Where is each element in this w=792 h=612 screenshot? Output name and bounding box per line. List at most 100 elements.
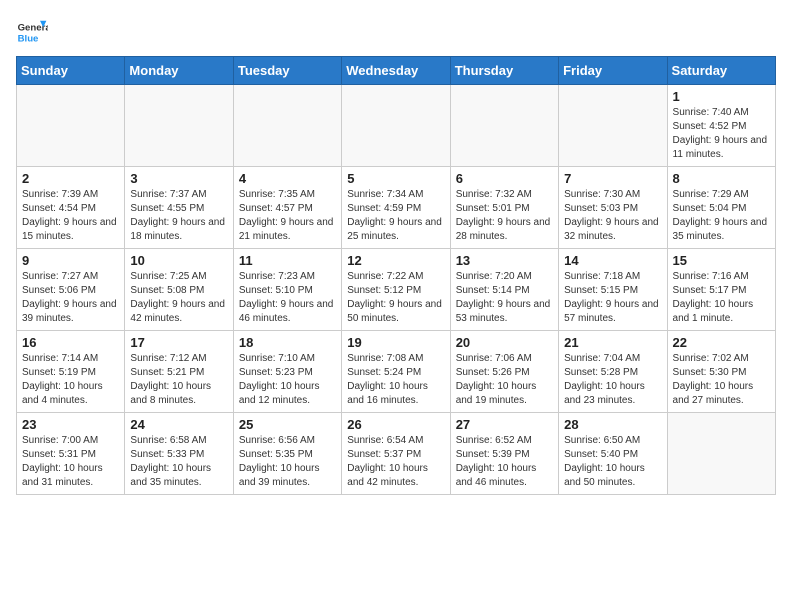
day-info: Sunrise: 6:54 AM Sunset: 5:37 PM Dayligh…: [347, 434, 444, 490]
calendar-cell: 21 Sunrise: 7:04 AM Sunset: 5:28 PM Dayli…: [559, 331, 667, 413]
calendar-cell: 20 Sunrise: 7:06 AM Sunset: 5:26 PM Dayli…: [450, 331, 558, 413]
day-number: 9: [22, 253, 119, 268]
day-info: Sunrise: 7:40 AM Sunset: 4:52 PM Dayligh…: [673, 106, 770, 162]
calendar-cell: 14 Sunrise: 7:18 AM Sunset: 5:15 PM Dayli…: [559, 249, 667, 331]
calendar-week-row: 16 Sunrise: 7:14 AM Sunset: 5:19 PM Dayli…: [17, 331, 776, 413]
day-info: Sunrise: 7:35 AM Sunset: 4:57 PM Dayligh…: [239, 188, 336, 244]
day-info: Sunrise: 7:37 AM Sunset: 4:55 PM Dayligh…: [130, 188, 227, 244]
day-info: Sunrise: 6:50 AM Sunset: 5:40 PM Dayligh…: [564, 434, 661, 490]
day-info: Sunrise: 7:02 AM Sunset: 5:30 PM Dayligh…: [673, 352, 770, 408]
day-number: 8: [673, 171, 770, 186]
calendar-week-row: 2 Sunrise: 7:39 AM Sunset: 4:54 PM Daylig…: [17, 167, 776, 249]
calendar-cell: [450, 85, 558, 167]
day-info: Sunrise: 7:25 AM Sunset: 5:08 PM Dayligh…: [130, 270, 227, 326]
day-number: 21: [564, 335, 661, 350]
weekday-header-monday: Monday: [125, 57, 233, 85]
day-info: Sunrise: 7:27 AM Sunset: 5:06 PM Dayligh…: [22, 270, 119, 326]
day-number: 13: [456, 253, 553, 268]
day-info: Sunrise: 7:04 AM Sunset: 5:28 PM Dayligh…: [564, 352, 661, 408]
calendar-cell: 7 Sunrise: 7:30 AM Sunset: 5:03 PM Daylig…: [559, 167, 667, 249]
day-number: 24: [130, 417, 227, 432]
day-number: 14: [564, 253, 661, 268]
day-number: 1: [673, 89, 770, 104]
calendar-cell: [233, 85, 341, 167]
day-info: Sunrise: 7:20 AM Sunset: 5:14 PM Dayligh…: [456, 270, 553, 326]
calendar-cell: 3 Sunrise: 7:37 AM Sunset: 4:55 PM Daylig…: [125, 167, 233, 249]
day-number: 19: [347, 335, 444, 350]
day-number: 2: [22, 171, 119, 186]
calendar-cell: 5 Sunrise: 7:34 AM Sunset: 4:59 PM Daylig…: [342, 167, 450, 249]
day-info: Sunrise: 7:29 AM Sunset: 5:04 PM Dayligh…: [673, 188, 770, 244]
day-number: 18: [239, 335, 336, 350]
calendar-cell: [342, 85, 450, 167]
day-number: 3: [130, 171, 227, 186]
calendar-cell: 27 Sunrise: 6:52 AM Sunset: 5:39 PM Dayli…: [450, 413, 558, 495]
calendar-cell: [17, 85, 125, 167]
calendar-cell: 8 Sunrise: 7:29 AM Sunset: 5:04 PM Daylig…: [667, 167, 775, 249]
logo: GeneralBlue: [16, 16, 48, 48]
weekday-header-thursday: Thursday: [450, 57, 558, 85]
day-info: Sunrise: 7:30 AM Sunset: 5:03 PM Dayligh…: [564, 188, 661, 244]
calendar-cell: [559, 85, 667, 167]
day-info: Sunrise: 6:56 AM Sunset: 5:35 PM Dayligh…: [239, 434, 336, 490]
day-info: Sunrise: 7:34 AM Sunset: 4:59 PM Dayligh…: [347, 188, 444, 244]
calendar-table: SundayMondayTuesdayWednesdayThursdayFrid…: [16, 56, 776, 495]
svg-text:Blue: Blue: [18, 34, 39, 45]
day-number: 17: [130, 335, 227, 350]
calendar-cell: 23 Sunrise: 7:00 AM Sunset: 5:31 PM Dayli…: [17, 413, 125, 495]
day-info: Sunrise: 7:22 AM Sunset: 5:12 PM Dayligh…: [347, 270, 444, 326]
day-number: 25: [239, 417, 336, 432]
calendar-cell: 10Sunrise: 7:25 AM Sunset: 5:08 PM Dayli…: [125, 249, 233, 331]
day-info: Sunrise: 6:58 AM Sunset: 5:33 PM Dayligh…: [130, 434, 227, 490]
calendar-cell: 22 Sunrise: 7:02 AM Sunset: 5:30 PM Dayli…: [667, 331, 775, 413]
calendar-cell: [667, 413, 775, 495]
calendar-cell: 16 Sunrise: 7:14 AM Sunset: 5:19 PM Dayli…: [17, 331, 125, 413]
day-info: Sunrise: 7:12 AM Sunset: 5:21 PM Dayligh…: [130, 352, 227, 408]
day-info: Sunrise: 7:18 AM Sunset: 5:15 PM Dayligh…: [564, 270, 661, 326]
calendar-cell: 18 Sunrise: 7:10 AM Sunset: 5:23 PM Dayli…: [233, 331, 341, 413]
weekday-header-wednesday: Wednesday: [342, 57, 450, 85]
day-info: Sunrise: 7:32 AM Sunset: 5:01 PM Dayligh…: [456, 188, 553, 244]
logo-icon: GeneralBlue: [16, 16, 48, 48]
calendar-cell: 26 Sunrise: 6:54 AM Sunset: 5:37 PM Dayli…: [342, 413, 450, 495]
day-number: 27: [456, 417, 553, 432]
day-number: 20: [456, 335, 553, 350]
day-info: Sunrise: 7:00 AM Sunset: 5:31 PM Dayligh…: [22, 434, 119, 490]
day-info: Sunrise: 7:14 AM Sunset: 5:19 PM Dayligh…: [22, 352, 119, 408]
weekday-header-saturday: Saturday: [667, 57, 775, 85]
day-number: 26: [347, 417, 444, 432]
day-number: 16: [22, 335, 119, 350]
day-info: Sunrise: 6:52 AM Sunset: 5:39 PM Dayligh…: [456, 434, 553, 490]
day-number: 5: [347, 171, 444, 186]
calendar-week-row: 1 Sunrise: 7:40 AM Sunset: 4:52 PM Daylig…: [17, 85, 776, 167]
calendar-cell: 11 Sunrise: 7:23 AM Sunset: 5:10 PM Dayli…: [233, 249, 341, 331]
calendar-cell: [125, 85, 233, 167]
day-number: 12: [347, 253, 444, 268]
day-number: 11: [239, 253, 336, 268]
day-number: 28: [564, 417, 661, 432]
calendar-header-row: SundayMondayTuesdayWednesdayThursdayFrid…: [17, 57, 776, 85]
calendar-cell: 17 Sunrise: 7:12 AM Sunset: 5:21 PM Dayli…: [125, 331, 233, 413]
day-number: 22: [673, 335, 770, 350]
calendar-cell: 15Sunrise: 7:16 AM Sunset: 5:17 PM Dayli…: [667, 249, 775, 331]
weekday-header-friday: Friday: [559, 57, 667, 85]
calendar-cell: 28 Sunrise: 6:50 AM Sunset: 5:40 PM Dayli…: [559, 413, 667, 495]
day-number: 7: [564, 171, 661, 186]
calendar-cell: 4Sunrise: 7:35 AM Sunset: 4:57 PM Daylig…: [233, 167, 341, 249]
page-header: GeneralBlue: [16, 16, 776, 48]
calendar-cell: 25 Sunrise: 6:56 AM Sunset: 5:35 PM Dayli…: [233, 413, 341, 495]
day-info: Sunrise: 7:23 AM Sunset: 5:10 PM Dayligh…: [239, 270, 336, 326]
weekday-header-tuesday: Tuesday: [233, 57, 341, 85]
day-number: 15: [673, 253, 770, 268]
day-number: 23: [22, 417, 119, 432]
calendar-cell: 6Sunrise: 7:32 AM Sunset: 5:01 PM Daylig…: [450, 167, 558, 249]
calendar-cell: 13 Sunrise: 7:20 AM Sunset: 5:14 PM Dayli…: [450, 249, 558, 331]
calendar-cell: 24 Sunrise: 6:58 AM Sunset: 5:33 PM Dayli…: [125, 413, 233, 495]
calendar-cell: 1 Sunrise: 7:40 AM Sunset: 4:52 PM Daylig…: [667, 85, 775, 167]
calendar-week-row: 9 Sunrise: 7:27 AM Sunset: 5:06 PM Daylig…: [17, 249, 776, 331]
day-info: Sunrise: 7:06 AM Sunset: 5:26 PM Dayligh…: [456, 352, 553, 408]
calendar-cell: 2 Sunrise: 7:39 AM Sunset: 4:54 PM Daylig…: [17, 167, 125, 249]
day-info: Sunrise: 7:39 AM Sunset: 4:54 PM Dayligh…: [22, 188, 119, 244]
day-info: Sunrise: 7:10 AM Sunset: 5:23 PM Dayligh…: [239, 352, 336, 408]
weekday-header-sunday: Sunday: [17, 57, 125, 85]
